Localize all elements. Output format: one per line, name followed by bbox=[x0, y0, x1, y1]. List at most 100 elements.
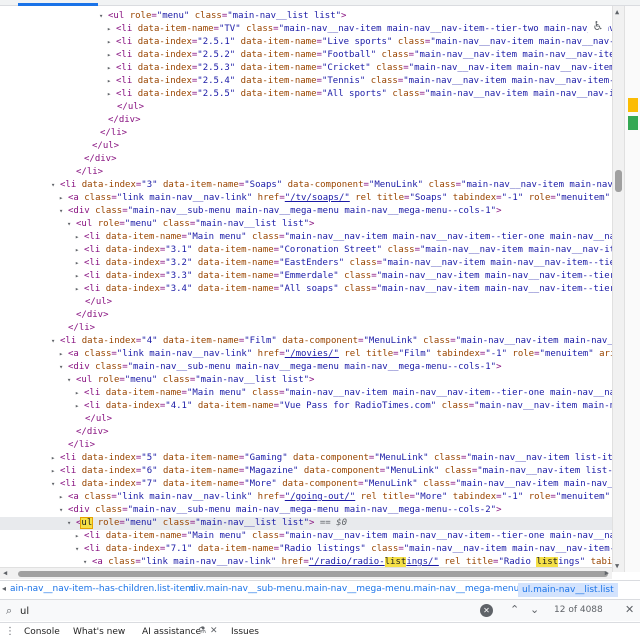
dom-token[interactable]: "/tv/soaps/" bbox=[285, 193, 350, 203]
clear-search-icon[interactable]: ✕ bbox=[480, 604, 493, 617]
collapse-triangle-icon[interactable]: ▾ bbox=[59, 504, 68, 517]
dom-node[interactable]: ▸ <li data-index="2.5.5" data-item-name="… bbox=[0, 88, 612, 101]
dom-node[interactable]: ▾ <li data-index="4" data-item-name="Film… bbox=[0, 335, 612, 348]
expand-triangle-icon[interactable]: ▸ bbox=[75, 244, 84, 257]
breadcrumb-item[interactable]: ain-nav__nav-item--has-children.list-ite… bbox=[10, 584, 194, 594]
dom-node[interactable]: ▾ <li data-index="7.1" data-item-name="Ra… bbox=[0, 543, 612, 556]
collapse-triangle-icon[interactable]: ▾ bbox=[99, 10, 108, 23]
expand-triangle-icon[interactable]: ▸ bbox=[75, 283, 84, 296]
expand-triangle-icon[interactable]: ▸ bbox=[75, 231, 84, 244]
dom-node[interactable]: </ul> bbox=[0, 140, 612, 153]
dom-token[interactable]: "/going-out/" bbox=[285, 492, 355, 502]
breadcrumb-item[interactable]: div.main-nav__sub-menu.main-nav__mega-me… bbox=[190, 584, 552, 594]
dom-node[interactable]: </ul> bbox=[0, 296, 612, 309]
collapse-triangle-icon[interactable]: ▾ bbox=[67, 218, 76, 231]
expand-triangle-icon[interactable]: ▸ bbox=[75, 270, 84, 283]
dom-node[interactable]: ▸ <li data-index="4.1" data-item-name="Vu… bbox=[0, 400, 612, 413]
expand-triangle-icon[interactable]: ▸ bbox=[75, 530, 84, 543]
scroll-down-icon[interactable]: ▼ bbox=[615, 562, 619, 570]
dom-node[interactable]: </li> bbox=[0, 127, 612, 140]
close-tab-icon[interactable]: ✕ bbox=[210, 626, 218, 636]
expand-triangle-icon[interactable]: ▸ bbox=[75, 257, 84, 270]
collapse-triangle-icon[interactable]: ▾ bbox=[59, 205, 68, 218]
dom-node[interactable]: ▾ <div class="main-nav__sub-menu main-nav… bbox=[0, 504, 612, 517]
dom-node[interactable]: </ul> bbox=[0, 101, 612, 114]
collapse-triangle-icon[interactable]: ▾ bbox=[59, 361, 68, 374]
expand-triangle-icon[interactable]: ▸ bbox=[107, 62, 116, 75]
dom-node-selected[interactable]: ▾ <ul role="menu" class="main-nav__list l… bbox=[0, 517, 612, 530]
expand-triangle-icon[interactable]: ▸ bbox=[107, 88, 116, 101]
dom-node[interactable]: ▸ <li data-index="5" data-item-name="Gami… bbox=[0, 452, 612, 465]
dom-node[interactable]: </ul> bbox=[0, 413, 612, 426]
expand-triangle-icon[interactable]: ▸ bbox=[51, 465, 60, 478]
expand-triangle-icon[interactable]: ▸ bbox=[75, 400, 84, 413]
dom-node[interactable]: ▸ <a class="link main-nav__nav-link" href… bbox=[0, 192, 612, 205]
dom-node[interactable]: ▸ <li data-index="2.5.3" data-item-name="… bbox=[0, 62, 612, 75]
dom-node[interactable]: ▸ <a class="link main-nav__nav-link" href… bbox=[0, 491, 612, 504]
dom-node[interactable]: ▾ <li data-index="3" data-item-name="Soap… bbox=[0, 179, 612, 192]
collapse-triangle-icon[interactable]: ▾ bbox=[67, 517, 76, 530]
dom-node[interactable]: ▾ <ul role="menu" class="main-nav__list l… bbox=[0, 218, 612, 231]
drawer-menu-icon[interactable]: ⋮ bbox=[5, 626, 15, 637]
collapse-triangle-icon[interactable]: ▾ bbox=[75, 543, 84, 556]
next-match-icon[interactable]: ⌄ bbox=[530, 603, 539, 616]
dom-node[interactable]: </li> bbox=[0, 166, 612, 179]
dom-node[interactable]: ▸ <li data-item-name="Main menu" class="m… bbox=[0, 231, 612, 244]
dom-node[interactable]: ▸ <li data-index="2.5.1" data-item-name="… bbox=[0, 36, 612, 49]
vertical-scroll-thumb[interactable] bbox=[615, 170, 622, 192]
dom-node[interactable]: ▸ <li data-index="2.5.4" data-item-name="… bbox=[0, 75, 612, 88]
dom-node[interactable]: ▸ <li data-item-name="Main menu" class="m… bbox=[0, 530, 612, 543]
dom-token[interactable]: "/movies/" bbox=[285, 349, 339, 359]
expand-triangle-icon[interactable]: ▸ bbox=[75, 387, 84, 400]
dom-token[interactable]: ings/" bbox=[406, 557, 439, 567]
expand-triangle-icon[interactable]: ▸ bbox=[59, 491, 68, 504]
tab-console[interactable]: Console bbox=[24, 627, 60, 637]
dom-node[interactable]: ▾ <div class="main-nav__sub-menu main-nav… bbox=[0, 361, 612, 374]
breadcrumb-scroll-left-icon[interactable]: ◂ bbox=[2, 584, 6, 593]
dom-node[interactable]: ▸ <li data-index="3.4" data-item-name="Al… bbox=[0, 283, 612, 296]
dom-node[interactable]: ▾ <div class="main-nav__sub-menu main-nav… bbox=[0, 205, 612, 218]
collapse-triangle-icon[interactable]: ▾ bbox=[67, 374, 76, 387]
dom-node[interactable]: </div> bbox=[0, 114, 612, 127]
dom-node[interactable]: </div> bbox=[0, 153, 612, 166]
dom-node[interactable]: </li> bbox=[0, 439, 612, 452]
search-input[interactable] bbox=[20, 603, 498, 619]
dom-node[interactable]: ▸ <li data-index="3.3" data-item-name="Em… bbox=[0, 270, 612, 283]
horizontal-scrollbar[interactable]: ◀ ▶ bbox=[0, 567, 612, 579]
dom-node[interactable]: ▸ <li data-index="3.2" data-item-name="Ea… bbox=[0, 257, 612, 270]
scroll-right-icon[interactable]: ▶ bbox=[605, 569, 609, 577]
dom-token[interactable]: "/radio/radio- bbox=[309, 557, 385, 567]
collapse-triangle-icon[interactable]: ▾ bbox=[51, 478, 60, 491]
vertical-scrollbar[interactable]: ▲ ▼ bbox=[612, 6, 624, 572]
dom-node[interactable]: </div> bbox=[0, 426, 612, 439]
dom-node[interactable]: ▾ <ul role="menu" class="main-nav__list l… bbox=[0, 10, 612, 23]
expand-triangle-icon[interactable]: ▸ bbox=[51, 452, 60, 465]
collapse-triangle-icon[interactable]: ▾ bbox=[51, 335, 60, 348]
expand-triangle-icon[interactable]: ▸ bbox=[107, 75, 116, 88]
scroll-up-icon[interactable]: ▲ bbox=[615, 8, 619, 16]
close-search-icon[interactable]: ✕ bbox=[625, 603, 634, 616]
accessibility-icon[interactable]: ♿ bbox=[588, 18, 608, 38]
elements-dom-tree[interactable]: ▾ <ul role="menu" class="main-nav__list l… bbox=[0, 6, 612, 572]
dom-node[interactable]: </div> bbox=[0, 309, 612, 322]
tab-whats-new[interactable]: What's new bbox=[73, 627, 125, 637]
dom-node[interactable]: ▸ <li data-index="3.1" data-item-name="Co… bbox=[0, 244, 612, 257]
dom-node[interactable]: ▾ <li data-index="7" data-item-name="More… bbox=[0, 478, 612, 491]
expand-triangle-icon[interactable]: ▸ bbox=[59, 192, 68, 205]
dom-node[interactable]: </li> bbox=[0, 322, 612, 335]
expand-triangle-icon[interactable]: ▸ bbox=[107, 23, 116, 36]
breadcrumb-item-current[interactable]: ul.main-nav__list.list bbox=[518, 583, 618, 597]
expand-triangle-icon[interactable]: ▸ bbox=[59, 348, 68, 361]
scroll-left-icon[interactable]: ◀ bbox=[3, 569, 7, 577]
dom-node[interactable]: ▸ <li data-index="6" data-item-name="Maga… bbox=[0, 465, 612, 478]
collapse-triangle-icon[interactable]: ▾ bbox=[51, 179, 60, 192]
dom-node[interactable]: ▸ <a class="link main-nav__nav-link" href… bbox=[0, 348, 612, 361]
dom-node[interactable]: ▸ <li data-item-name="TV" class="main-nav… bbox=[0, 23, 612, 36]
dom-node[interactable]: ▾ <ul role="menu" class="main-nav__list l… bbox=[0, 374, 612, 387]
tab-issues[interactable]: Issues bbox=[231, 627, 259, 637]
previous-match-icon[interactable]: ⌃ bbox=[510, 603, 519, 616]
expand-triangle-icon[interactable]: ▸ bbox=[107, 49, 116, 62]
tab-ai-assistance[interactable]: AI assistance bbox=[142, 627, 201, 637]
expand-triangle-icon[interactable]: ▸ bbox=[107, 36, 116, 49]
dom-node[interactable]: ▸ <li data-item-name="Main menu" class="m… bbox=[0, 387, 612, 400]
